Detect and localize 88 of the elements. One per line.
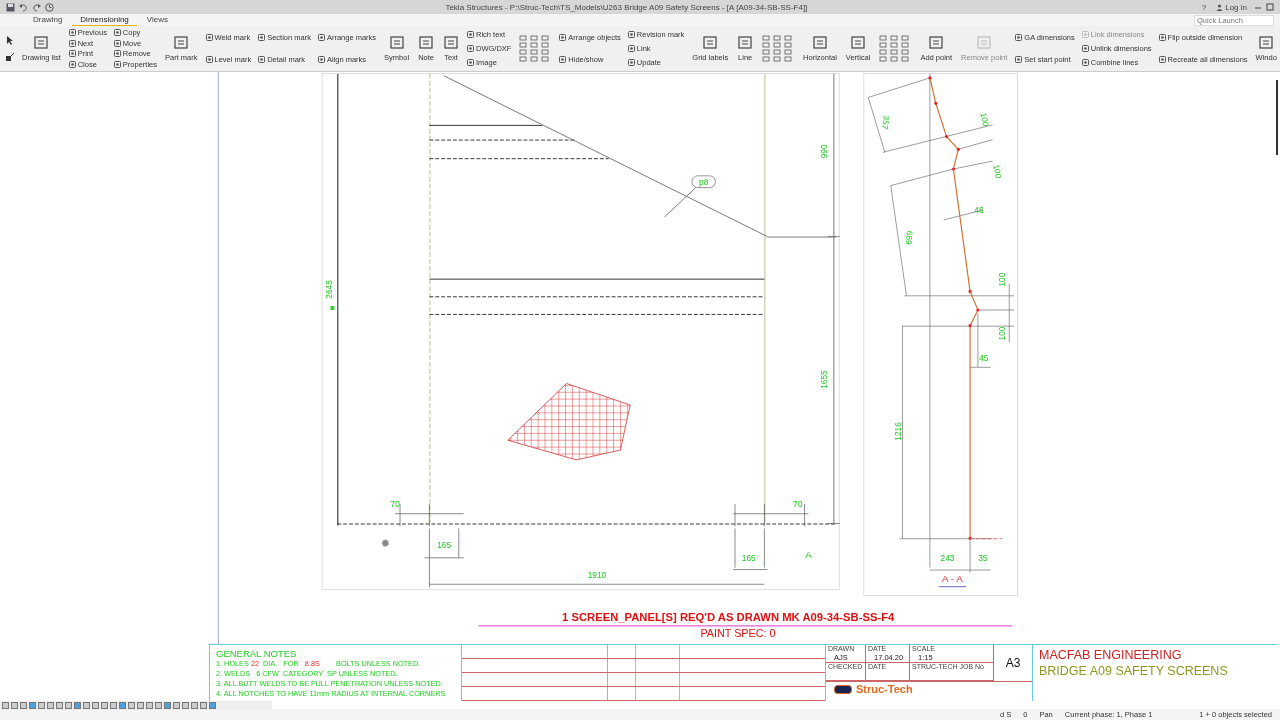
dimension-label: 1655 [819, 370, 830, 389]
tool-icon [737, 35, 754, 50]
tool-icon [1081, 45, 1089, 52]
dimension-label: 45 [979, 352, 989, 363]
select-icon[interactable] [6, 53, 14, 61]
project-name: BRIDGE A09 SAFETY SCREENS [1039, 663, 1228, 679]
login-button[interactable]: Log in [1213, 2, 1250, 12]
tool-icon [113, 39, 121, 47]
user-icon [1216, 3, 1224, 11]
window-title: Tekla Structures - P:\Struc-Tech\TS_Models\U263 Bridge A09 Safety Screens - [A [A09-34-SB-SS-F4]] [444, 2, 809, 12]
paint-spec-label: PAINT SPEC: 0 [700, 627, 776, 640]
tool-icon [627, 30, 635, 38]
tool-icon [850, 35, 867, 50]
help-button[interactable]: ? [1198, 2, 1210, 12]
tool-icon [33, 35, 50, 50]
origin-symbol [381, 539, 390, 548]
tool-icon [1158, 55, 1166, 63]
save-icon[interactable] [6, 2, 15, 12]
tool-icon [113, 50, 121, 58]
tool-icon [388, 35, 405, 50]
tool-icon [418, 35, 435, 50]
dimension-label: 357 [879, 114, 892, 131]
dimension-label: 990 [819, 144, 830, 159]
tool-icon [467, 30, 474, 38]
tool-icon [1158, 34, 1166, 42]
tool-icon [258, 34, 266, 42]
dimension-label: 100 [997, 272, 1008, 287]
tool-icon [928, 35, 945, 50]
history-icon[interactable] [45, 2, 54, 12]
logo-icon [834, 685, 852, 694]
ribbon-tab[interactable]: Drawing [25, 14, 71, 26]
tool-icon [1258, 35, 1275, 50]
pointer-icon[interactable] [6, 36, 14, 45]
tool-icon [68, 28, 76, 36]
tool-icon [627, 45, 635, 52]
company-logo: Struc-Tech [856, 684, 913, 695]
tool-icon [1081, 59, 1089, 67]
tool-icon [205, 34, 213, 42]
notes-heading: GENERAL NOTES [216, 648, 298, 659]
tool-icon [467, 45, 474, 52]
company-name: MACFAB ENGINEERING [1039, 647, 1183, 663]
dimension-label: 35 [978, 552, 988, 563]
drawing-heading: 1 SCREEN_PANEL[S] REQ'D AS DRAWN MK A09-34-SB-SS-F4 [562, 611, 895, 624]
section-marker: A [805, 548, 812, 560]
tool-icon [317, 55, 325, 63]
dimension-label: 100 [991, 163, 1004, 180]
tool-icon [1015, 55, 1023, 63]
tool-icon [559, 34, 567, 42]
tool-icon [976, 35, 993, 50]
dimension-label: 243 [940, 552, 955, 563]
tool-icon [811, 35, 828, 50]
tool-icon [467, 59, 474, 67]
tool-icon [68, 50, 76, 58]
dimension-label: 165 [437, 540, 452, 550]
dimension-label: 46 [974, 205, 984, 216]
tool-icon [68, 39, 76, 47]
dimension-label: 100 [997, 326, 1008, 341]
section-title: A - A [942, 573, 963, 585]
tool-icon [68, 61, 76, 69]
tool-icon [559, 55, 567, 63]
tool-icon [113, 28, 121, 36]
part-mark-bubble: p8 [691, 175, 716, 188]
dimension-label: 70 [793, 498, 803, 509]
tool-icon [1081, 30, 1089, 38]
sheet-size: A3 [1004, 655, 1022, 672]
dimension-label: 2645 [324, 280, 335, 299]
tool-icon [702, 35, 719, 50]
tool-icon [113, 61, 121, 69]
ribbon-tab[interactable]: Views [138, 14, 176, 26]
marker-symbol [330, 306, 335, 310]
redo-icon[interactable] [32, 2, 41, 12]
tool-icon [627, 59, 635, 67]
tool-icon [173, 35, 190, 50]
tool-icon [258, 55, 266, 63]
leader-line [664, 187, 697, 218]
dimension-label: 100 [978, 111, 991, 128]
dimension-label: 1216 [892, 422, 903, 441]
dimension-label: 1910 [587, 570, 607, 581]
tool-icon [1015, 34, 1023, 42]
undo-icon[interactable] [19, 2, 28, 12]
dimension-label: 70 [390, 498, 400, 509]
dimension-label: 669 [903, 230, 915, 246]
dimension-label: 165 [741, 552, 756, 563]
tool-icon [317, 34, 325, 42]
scrollbar-thumb[interactable] [1276, 80, 1278, 155]
tool-icon [205, 55, 213, 63]
maximize-icon[interactable] [1266, 3, 1274, 11]
tool-icon [443, 35, 459, 50]
